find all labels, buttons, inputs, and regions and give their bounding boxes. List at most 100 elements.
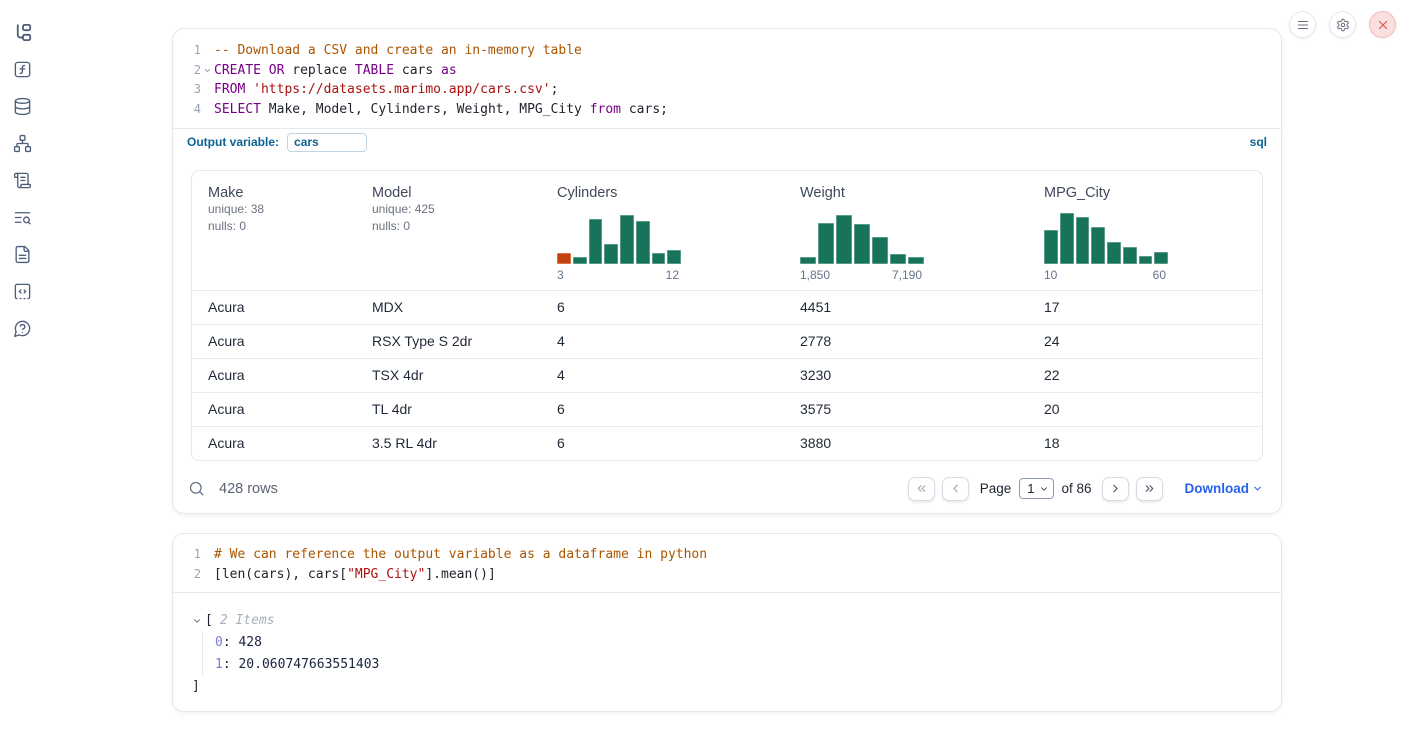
code-token: Make, Model, Cylinders, Weight, MPG_City	[261, 102, 590, 117]
axis-max-label: 12	[666, 268, 679, 282]
table-row[interactable]: AcuraRSX Type S 2dr4277824	[192, 324, 1262, 358]
gear-icon	[1336, 18, 1350, 32]
sidebar-item-data-sources[interactable]	[12, 96, 33, 117]
column-histogram: 1,8507,190	[800, 211, 924, 282]
code-line: 3FROM 'https://datasets.marimo.app/cars.…	[173, 80, 1281, 100]
first-page-button[interactable]	[908, 477, 935, 501]
next-page-button[interactable]	[1102, 477, 1129, 501]
python-output-tree: [ 2 Items 0: 4281: 20.060747663551403 ]	[173, 593, 1281, 698]
histogram-bar	[872, 237, 888, 264]
download-label: Download	[1185, 481, 1250, 496]
close-icon	[1376, 18, 1390, 32]
code-text: FROM 'https://datasets.marimo.app/cars.c…	[214, 80, 558, 100]
code-text: # We can reference the output variable a…	[214, 545, 707, 565]
code-token	[245, 82, 253, 97]
histogram-bar	[890, 254, 906, 264]
axis-min-label: 3	[557, 268, 564, 282]
table-cell: 3230	[784, 359, 1028, 392]
line-number: 1	[173, 545, 201, 565]
histogram-axis: 3 12	[557, 268, 681, 282]
pagination: Page 1 of 86 Download	[908, 477, 1263, 501]
output-variable-input[interactable]	[287, 133, 367, 152]
table-row[interactable]: AcuraTL 4dr6357520	[192, 392, 1262, 426]
chevron-down-icon	[1252, 483, 1263, 494]
code-snippet-icon	[13, 282, 32, 301]
network-icon	[13, 134, 32, 153]
histogram-bar	[636, 221, 650, 264]
file-text-icon	[13, 245, 32, 264]
code-token: OR	[269, 63, 285, 78]
table-cell: MDX	[356, 291, 541, 324]
sidebar-item-snippets[interactable]	[12, 281, 33, 302]
code-token: cars;	[621, 102, 668, 117]
chevron-left-icon	[949, 482, 962, 495]
function-square-icon	[13, 60, 32, 79]
table-cell: 6	[541, 291, 784, 324]
sidebar-item-help[interactable]	[12, 318, 33, 339]
code-text: CREATE OR replace TABLE cars as	[214, 61, 457, 81]
sidebar-item-dependencies[interactable]	[12, 133, 33, 154]
fold-toggle[interactable]	[201, 61, 214, 81]
last-page-button[interactable]	[1136, 477, 1163, 501]
table-cell: TSX 4dr	[356, 359, 541, 392]
histogram-bar	[1044, 230, 1058, 264]
sidebar-item-logs[interactable]	[12, 207, 33, 228]
tree-item-value: 428	[238, 635, 261, 650]
table-row[interactable]: AcuraMDX6445117	[192, 290, 1262, 324]
column-name[interactable]: Model	[372, 185, 533, 201]
table-cell: 2778	[784, 325, 1028, 358]
sidebar-item-documentation[interactable]	[12, 244, 33, 265]
table-row[interactable]: AcuraTSX 4dr4323022	[192, 358, 1262, 392]
code-token: TABLE	[355, 63, 394, 78]
table-cell: TL 4dr	[356, 393, 541, 426]
histogram-bar	[1139, 256, 1153, 264]
code-token: cars	[394, 63, 441, 78]
table-row[interactable]: Acura3.5 RL 4dr6388018	[192, 426, 1262, 460]
python-code-editor[interactable]: 1 # We can reference the output variable …	[173, 534, 1281, 592]
menu-button[interactable]	[1289, 11, 1316, 38]
table-search-button[interactable]	[188, 480, 205, 497]
code-token: # We can reference the output variable a…	[214, 547, 707, 562]
column-name[interactable]: Make	[208, 185, 348, 201]
collapse-toggle[interactable]	[192, 616, 205, 626]
prev-page-button[interactable]	[942, 477, 969, 501]
settings-button[interactable]	[1329, 11, 1356, 38]
open-bracket: [	[205, 610, 213, 632]
table-body: AcuraMDX6445117AcuraRSX Type S 2dr427782…	[192, 290, 1262, 460]
column-histogram: 1060	[1044, 211, 1168, 282]
table-cell: 3575	[784, 393, 1028, 426]
sidebar-item-file-explorer[interactable]	[12, 22, 33, 43]
shutdown-button[interactable]	[1369, 11, 1396, 38]
sidebar-item-variables[interactable]	[12, 59, 33, 80]
column-name[interactable]: Cylinders	[557, 185, 776, 201]
histogram-bar	[573, 257, 587, 264]
download-button[interactable]: Download	[1185, 481, 1264, 496]
histogram-bar	[620, 215, 634, 264]
histogram-bar	[604, 244, 618, 264]
fold-slot	[201, 545, 214, 565]
output-variable-label: Output variable:	[187, 135, 279, 149]
code-token: "MPG_City"	[347, 567, 425, 582]
sql-code-editor[interactable]: 1-- Download a CSV and create an in-memo…	[173, 29, 1281, 128]
table-cell: 4451	[784, 291, 1028, 324]
table-header-row: Makeunique: 38nulls: 0Modelunique: 425nu…	[192, 171, 1262, 290]
histogram-bar	[836, 215, 852, 264]
file-tree-icon	[13, 23, 32, 42]
items-count-label: 2 Items	[220, 610, 275, 632]
table-cell: 6	[541, 427, 784, 460]
fold-slot	[201, 80, 214, 100]
histogram-bar	[1060, 213, 1074, 264]
histogram-bar	[800, 257, 816, 264]
table-cell: Acura	[192, 325, 356, 358]
histogram-bar	[589, 219, 603, 264]
language-badge: sql	[1250, 135, 1267, 149]
sidebar-item-outline[interactable]	[12, 170, 33, 191]
scroll-text-icon	[13, 171, 32, 190]
column-name[interactable]: Weight	[800, 185, 1020, 201]
page-select[interactable]: 1	[1019, 478, 1054, 499]
table-cell: 17	[1028, 291, 1262, 324]
tree-item-value: 20.060747663551403	[238, 657, 379, 672]
column-header: MPG_City 1060	[1028, 171, 1262, 290]
line-number: 2	[173, 61, 201, 81]
column-name[interactable]: MPG_City	[1044, 185, 1254, 201]
